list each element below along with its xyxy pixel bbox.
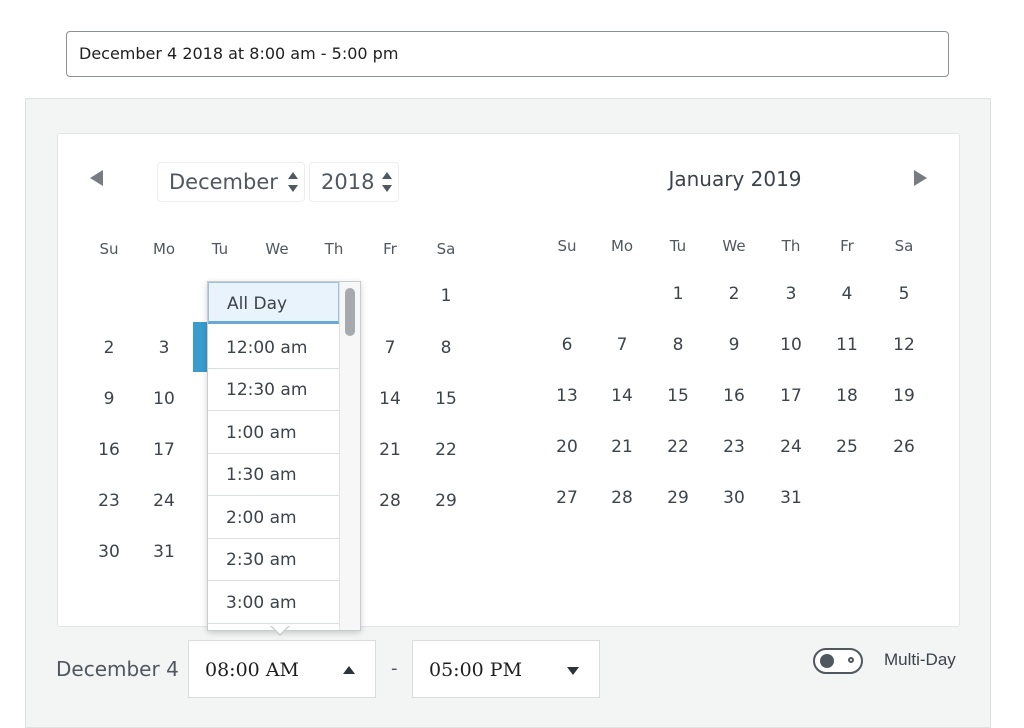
time-option[interactable]: 2:00 am bbox=[208, 497, 339, 539]
year-select-value: 2018 bbox=[321, 170, 375, 194]
month-select[interactable]: December bbox=[157, 162, 305, 202]
calendar-container bbox=[57, 133, 960, 627]
calendar-day[interactable]: 10 bbox=[771, 335, 811, 355]
calendar-day[interactable]: 7 bbox=[602, 335, 642, 355]
calendar-day[interactable]: 3 bbox=[144, 338, 184, 358]
calendar-day[interactable]: 27 bbox=[547, 488, 587, 508]
weekday-label: Th bbox=[324, 240, 344, 258]
calendar-day[interactable]: 31 bbox=[144, 542, 184, 562]
time-option-all-day[interactable]: All Day bbox=[208, 282, 339, 324]
right-month-title: January 2019 bbox=[668, 167, 802, 191]
scrollbar-thumb[interactable] bbox=[345, 288, 355, 336]
calendar-day[interactable]: 1 bbox=[426, 286, 466, 306]
selected-date-label: December 4 bbox=[56, 657, 179, 681]
calendar-day[interactable]: 3 bbox=[771, 284, 811, 304]
calendar-day[interactable]: 9 bbox=[89, 389, 129, 409]
start-time-select[interactable]: 08:00 AM bbox=[188, 640, 376, 698]
calendar-day[interactable]: 15 bbox=[426, 389, 466, 409]
calendar-day[interactable]: 29 bbox=[658, 488, 698, 508]
weekday-label: We bbox=[265, 240, 289, 258]
calendar-day[interactable]: 14 bbox=[370, 389, 410, 409]
calendar-day[interactable]: 29 bbox=[426, 491, 466, 511]
caret-down-icon bbox=[567, 667, 579, 675]
calendar-day[interactable]: 7 bbox=[370, 338, 410, 358]
calendar-day[interactable]: 22 bbox=[426, 440, 466, 460]
calendar-day[interactable]: 24 bbox=[144, 491, 184, 511]
time-options-dropdown[interactable]: All Day 12:00 am 12:30 am 1:00 am 1:30 a… bbox=[207, 281, 361, 631]
calendar-day[interactable]: 21 bbox=[370, 440, 410, 460]
time-option[interactable]: 12:00 am bbox=[208, 327, 339, 369]
sort-arrows-icon bbox=[288, 172, 298, 192]
toggle-knob bbox=[820, 654, 834, 668]
calendar-day[interactable]: 11 bbox=[827, 335, 867, 355]
calendar-day[interactable]: 25 bbox=[827, 437, 867, 457]
calendar-day[interactable]: 18 bbox=[827, 386, 867, 406]
calendar-day[interactable]: 31 bbox=[771, 488, 811, 508]
calendar-day[interactable]: 6 bbox=[547, 335, 587, 355]
weekday-label: Sa bbox=[894, 237, 914, 255]
calendar-day[interactable]: 16 bbox=[89, 440, 129, 460]
calendar-day[interactable]: 2 bbox=[714, 284, 754, 304]
calendar-day[interactable]: 26 bbox=[884, 437, 924, 457]
end-time-value: 05:00 PM bbox=[429, 659, 523, 681]
weekday-label: Su bbox=[99, 240, 119, 258]
calendar-day[interactable]: 17 bbox=[771, 386, 811, 406]
calendar-day[interactable]: 20 bbox=[547, 437, 587, 457]
toggle-off-icon bbox=[848, 657, 854, 663]
next-month-icon[interactable] bbox=[914, 170, 927, 186]
calendar-day[interactable]: 4 bbox=[827, 284, 867, 304]
calendar-day[interactable]: 8 bbox=[658, 335, 698, 355]
time-option[interactable]: 2:30 am bbox=[208, 539, 339, 581]
calendar-day[interactable]: 23 bbox=[89, 491, 129, 511]
calendar-day[interactable]: 28 bbox=[370, 491, 410, 511]
calendar-day[interactable]: 17 bbox=[144, 440, 184, 460]
calendar-day[interactable]: 30 bbox=[89, 542, 129, 562]
caret-up-icon bbox=[343, 666, 355, 674]
dropdown-pointer-icon bbox=[270, 625, 290, 636]
weekday-label: We bbox=[722, 237, 746, 255]
year-select[interactable]: 2018 bbox=[309, 162, 399, 202]
weekday-label: Th bbox=[781, 237, 801, 255]
calendar-day[interactable]: 5 bbox=[884, 284, 924, 304]
multi-day-toggle[interactable] bbox=[813, 648, 863, 674]
calendar-day[interactable]: 22 bbox=[658, 437, 698, 457]
calendar-day[interactable]: 9 bbox=[714, 335, 754, 355]
month-select-value: December bbox=[169, 170, 278, 194]
time-option[interactable]: 3:00 am bbox=[208, 582, 339, 624]
calendar-day[interactable]: 12 bbox=[884, 335, 924, 355]
calendar-day[interactable]: 10 bbox=[144, 389, 184, 409]
time-option[interactable]: 12:30 am bbox=[208, 369, 339, 411]
calendar-day[interactable]: 14 bbox=[602, 386, 642, 406]
weekday-label: Mo bbox=[152, 240, 176, 258]
calendar-day[interactable]: 13 bbox=[547, 386, 587, 406]
calendar-day[interactable]: 24 bbox=[771, 437, 811, 457]
calendar-day[interactable]: 2 bbox=[89, 338, 129, 358]
calendar-day[interactable]: 19 bbox=[884, 386, 924, 406]
weekday-label: Tu bbox=[669, 237, 687, 255]
weekday-label: Fr bbox=[383, 240, 397, 258]
time-option[interactable]: 1:00 am bbox=[208, 412, 339, 454]
calendar-day[interactable]: 16 bbox=[714, 386, 754, 406]
calendar-day[interactable]: 28 bbox=[602, 488, 642, 508]
calendar-day[interactable]: 21 bbox=[602, 437, 642, 457]
weekday-label: Sa bbox=[436, 240, 456, 258]
calendar-day[interactable]: 30 bbox=[714, 488, 754, 508]
weekday-label: Su bbox=[557, 237, 577, 255]
calendar-day[interactable]: 23 bbox=[714, 437, 754, 457]
time-option[interactable]: 1:30 am bbox=[208, 454, 339, 496]
calendar-day[interactable]: 15 bbox=[658, 386, 698, 406]
weekday-label: Fr bbox=[840, 237, 854, 255]
time-range-separator: - bbox=[391, 658, 398, 679]
event-datetime-summary-field[interactable]: December 4 2018 at 8:00 am - 5:00 pm bbox=[66, 31, 949, 77]
weekday-label: Mo bbox=[610, 237, 634, 255]
start-time-value: 08:00 AM bbox=[205, 659, 299, 681]
dropdown-scrollbar[interactable] bbox=[339, 282, 360, 630]
sort-arrows-icon bbox=[382, 172, 392, 192]
calendar-day[interactable]: 8 bbox=[426, 338, 466, 358]
end-time-select[interactable]: 05:00 PM bbox=[412, 640, 600, 698]
calendar-day[interactable]: 1 bbox=[658, 284, 698, 304]
weekday-label: Tu bbox=[211, 240, 229, 258]
previous-month-icon[interactable] bbox=[90, 170, 103, 186]
multi-day-label: Multi-Day bbox=[884, 650, 956, 669]
